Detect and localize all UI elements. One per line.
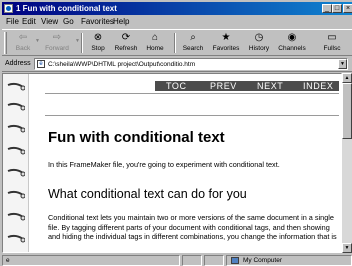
address-url: C:\sheila\WWP\DHTML project\Output\condi… [48, 61, 196, 68]
address-label: Address [5, 60, 31, 67]
menu-favorites[interactable]: Favorites [81, 17, 114, 27]
menu-go[interactable]: Go [63, 17, 74, 27]
nav-divider [45, 93, 339, 94]
status-pane [204, 255, 224, 266]
binder-ring-icon [7, 212, 25, 222]
channels-button[interactable]: ◉ Channels [274, 31, 310, 55]
stop-icon: ⊗ [93, 32, 103, 43]
nav-next-link[interactable]: NEXT [257, 81, 283, 91]
page-icon: e [37, 60, 45, 68]
scroll-up-button[interactable]: ▲ [342, 73, 352, 83]
history-button[interactable]: ◷ History [244, 31, 274, 55]
refresh-button[interactable]: ⟳ Refresh [111, 31, 141, 55]
close-button[interactable]: × [343, 4, 352, 13]
toolbar-separator [174, 33, 176, 53]
address-dropdown-icon[interactable]: ▼ [338, 59, 347, 69]
page-content: TOC PREV NEXT INDEX Fun with conditional… [2, 73, 342, 253]
body-paragraph: Conditional text lets you maintain two o… [48, 213, 337, 241]
page-heading: Fun with conditional text [48, 129, 225, 146]
search-button[interactable]: ⌕ Search [178, 31, 208, 55]
back-button[interactable]: ⇦ Back [11, 31, 35, 55]
forward-button[interactable]: ⇨ Forward [40, 31, 74, 55]
binder-ring-icon [7, 102, 25, 112]
favorites-button[interactable]: ★ Favorites [208, 31, 244, 55]
menu-view[interactable]: View [41, 17, 58, 27]
toolbar: ⇦ Back ▼ ⇨ Forward ▼ ⊗ Stop ⟳ Refresh ⌂ … [2, 29, 352, 56]
address-input[interactable]: e C:\sheila\WWP\DHTML project\Output\con… [34, 58, 348, 70]
title-bar[interactable]: 1 Fun with conditional text _ □ × [2, 2, 352, 15]
favorites-icon: ★ [221, 32, 231, 43]
history-icon: ◷ [254, 32, 264, 43]
home-icon: ⌂ [151, 32, 159, 43]
toolbar-grip[interactable] [4, 32, 7, 54]
computer-icon [231, 257, 239, 264]
binder-ring-icon [7, 190, 25, 200]
fullscreen-icon: ▭ [327, 32, 337, 43]
forward-arrow-icon: ⇨ [52, 32, 62, 43]
nav-prev-link[interactable]: PREV [210, 81, 237, 91]
fullscreen-button[interactable]: ▭ Fullsc [312, 31, 352, 55]
minimize-button[interactable]: _ [322, 4, 332, 13]
nav-index-link[interactable]: INDEX [303, 81, 334, 91]
toolbar-separator [81, 33, 83, 53]
status-text-pane: e [2, 255, 180, 266]
binder-ring-icon [7, 146, 25, 156]
binder-ring-icon [7, 82, 25, 92]
address-bar: Address e C:\sheila\WWP\DHTML project\Ou… [2, 57, 352, 72]
home-button[interactable]: ⌂ Home [141, 31, 169, 55]
menu-edit[interactable]: Edit [22, 17, 36, 27]
vertical-scrollbar[interactable]: ▲ ▼ [342, 73, 352, 253]
stop-button[interactable]: ⊗ Stop [85, 31, 111, 55]
menu-file[interactable]: File [6, 17, 19, 27]
nav-toc-link[interactable]: TOC [166, 81, 187, 91]
zone-pane: My Computer [226, 255, 352, 266]
page-nav-bar: TOC PREV NEXT INDEX [155, 81, 339, 91]
back-arrow-icon: ⇦ [18, 32, 28, 43]
scroll-down-button[interactable]: ▼ [342, 243, 352, 253]
intro-paragraph: In this FrameMaker file, you're going to… [48, 160, 280, 169]
status-bar: e My Computer [2, 254, 352, 266]
binder-margin [3, 74, 29, 252]
binder-ring-icon [7, 168, 25, 178]
window-title: 1 Fun with conditional text [16, 4, 117, 13]
menu-help[interactable]: Help [113, 17, 129, 27]
section-heading: What conditional text can do for you [48, 187, 247, 201]
scroll-thumb[interactable] [342, 83, 352, 139]
page-status-icon: e [6, 257, 10, 264]
ie-app-icon[interactable] [4, 4, 13, 13]
maximize-button[interactable]: □ [332, 4, 342, 13]
browser-window: 1 Fun with conditional text _ □ × File E… [0, 0, 352, 266]
search-icon: ⌕ [190, 32, 196, 43]
binder-ring-icon [7, 234, 25, 244]
status-pane [182, 255, 202, 266]
forward-dropdown-icon[interactable]: ▼ [75, 38, 80, 44]
zone-label: My Computer [243, 257, 283, 264]
channels-icon: ◉ [287, 32, 297, 43]
menu-bar: File Edit View Go Favorites Help [2, 16, 352, 28]
header-divider [45, 115, 339, 116]
binder-ring-icon [7, 124, 25, 134]
refresh-icon: ⟳ [121, 32, 131, 43]
